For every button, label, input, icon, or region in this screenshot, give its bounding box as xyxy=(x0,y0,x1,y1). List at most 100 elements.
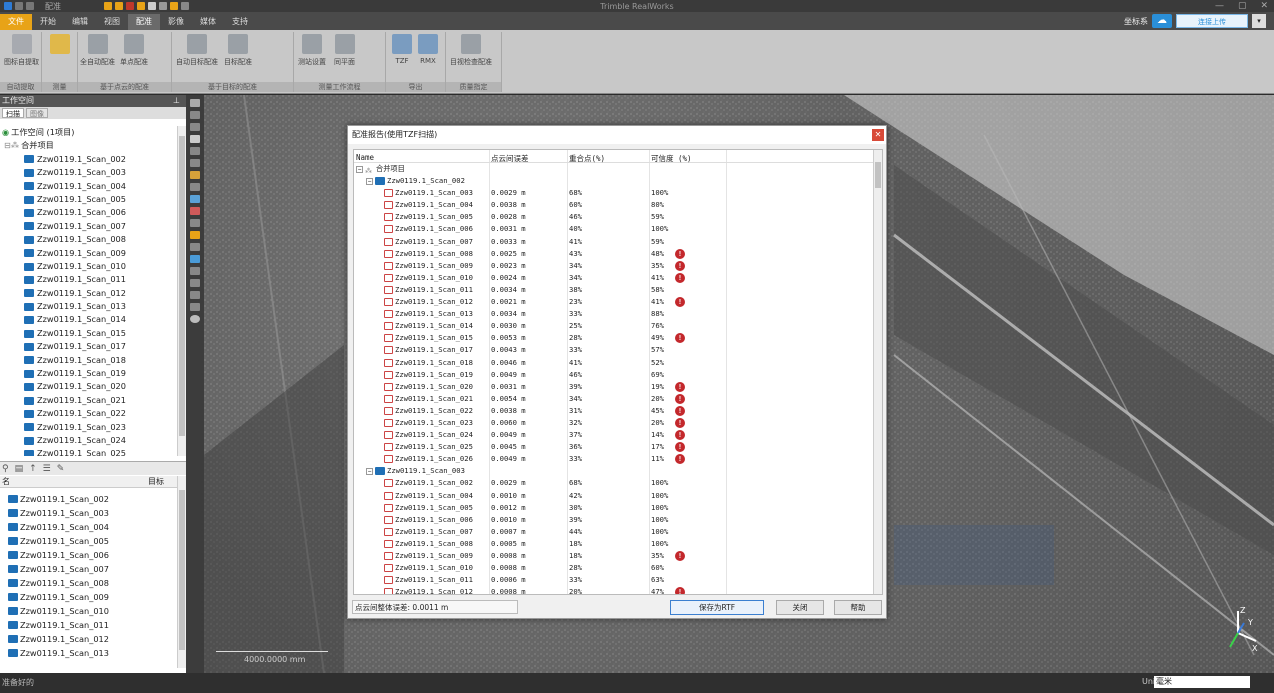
list-item[interactable]: Zzw0119.1_Scan_002 xyxy=(0,492,176,506)
station-setup-button[interactable]: 测站设置 xyxy=(298,34,326,67)
target-view-icon[interactable] xyxy=(190,315,200,323)
col-header-name[interactable]: Name xyxy=(356,153,374,162)
single-point-registration-button[interactable]: 单点配准 xyxy=(120,34,148,67)
report-row[interactable]: Zzw0119.1_Scan_003 0.0029 m 68% 100% xyxy=(354,187,874,199)
close-window-button[interactable]: ✕ xyxy=(1260,1,1268,11)
upload-button[interactable]: 连接上传 xyxy=(1176,14,1248,28)
report-row[interactable]: Zzw0119.1_Scan_013 0.0034 m 33% 88% xyxy=(354,308,874,320)
tree-item[interactable]: Zzw0119.1_Scan_012 xyxy=(0,287,176,300)
tree-item[interactable]: Zzw0119.1_Scan_018 xyxy=(0,354,176,367)
tab-home[interactable]: 开始 xyxy=(32,14,64,30)
measure-button[interactable] xyxy=(50,34,70,54)
tree-item[interactable]: Zzw0119.1_Scan_023 xyxy=(0,421,176,434)
minimize-button[interactable]: — xyxy=(1215,1,1224,11)
tree-item[interactable]: Zzw0119.1_Scan_007 xyxy=(0,220,176,233)
list-item[interactable]: Zzw0119.1_Scan_003 xyxy=(0,506,176,520)
report-row[interactable]: Zzw0119.1_Scan_010 0.0008 m 28% 60% xyxy=(354,562,874,574)
report-row[interactable]: Zzw0119.1_Scan_005 0.0012 m 30% 100% xyxy=(354,502,874,514)
filter-icon[interactable]: ▤ xyxy=(15,464,24,474)
section-icon[interactable] xyxy=(190,255,200,263)
report-row[interactable]: Zzw0119.1_Scan_015 0.0053 m 28% 49%! xyxy=(354,332,874,344)
list-item[interactable]: Zzw0119.1_Scan_013 xyxy=(0,646,176,660)
tree-item[interactable]: Zzw0119.1_Scan_022 xyxy=(0,407,176,420)
help-button[interactable]: 帮助 xyxy=(834,600,882,615)
tab-imagery[interactable]: 影像 xyxy=(160,14,192,30)
auto-target-registration-button[interactable]: 自动目标配准 xyxy=(176,34,218,67)
tree-item[interactable]: Zzw0119.1_Scan_015 xyxy=(0,327,176,340)
list-view-icon[interactable]: ☰ xyxy=(43,464,51,474)
report-row[interactable]: Zzw0119.1_Scan_002 0.0029 m 68% 100% xyxy=(354,477,874,489)
tree-item[interactable]: Zzw0119.1_Scan_019 xyxy=(0,367,176,380)
maximize-button[interactable]: ▢ xyxy=(1238,1,1247,11)
report-row[interactable]: Zzw0119.1_Scan_012 0.0021 m 23% 41%! xyxy=(354,296,874,308)
tag-icon[interactable] xyxy=(190,171,200,179)
report-row[interactable]: Zzw0119.1_Scan_021 0.0054 m 34% 20%! xyxy=(354,393,874,405)
tree-item[interactable]: Zzw0119.1_Scan_025 xyxy=(0,447,176,456)
tree-root[interactable]: ◉ 工作空间 (1项目) xyxy=(0,126,176,139)
report-row[interactable]: Zzw0119.1_Scan_025 0.0045 m 36% 17%! xyxy=(354,441,874,453)
zoom-icon[interactable] xyxy=(190,123,200,131)
report-row[interactable]: Zzw0119.1_Scan_024 0.0049 m 37% 14%! xyxy=(354,429,874,441)
report-row[interactable]: Zzw0119.1_Scan_019 0.0049 m 46% 69% xyxy=(354,369,874,381)
tree-item[interactable]: Zzw0119.1_Scan_004 xyxy=(0,180,176,193)
arrow-up-icon[interactable]: ↑ xyxy=(29,464,37,474)
auto-cloud-registration-button[interactable]: 全自动配准 xyxy=(80,34,115,67)
report-row[interactable]: Zzw0119.1_Scan_012 0.0008 m 20% 47%! xyxy=(354,586,874,594)
tree-item[interactable]: Zzw0119.1_Scan_014 xyxy=(0,313,176,326)
tree-item[interactable]: Zzw0119.1_Scan_013 xyxy=(0,300,176,313)
tree-item[interactable]: Zzw0119.1_Scan_010 xyxy=(0,260,176,273)
col-target[interactable]: 目标 xyxy=(148,476,164,488)
rotate-icon[interactable] xyxy=(190,99,200,107)
color-icon[interactable] xyxy=(190,207,200,215)
highlight-icon[interactable] xyxy=(190,231,200,239)
report-group-row[interactable]: − Zzw0119.1_Scan_003 xyxy=(354,465,874,477)
list-item[interactable]: Zzw0119.1_Scan_012 xyxy=(0,632,176,646)
report-row[interactable]: Zzw0119.1_Scan_011 0.0006 m 33% 63% xyxy=(354,574,874,586)
cloud-icon[interactable]: ☁ xyxy=(1152,14,1172,28)
coplanar-button[interactable]: 同平面 xyxy=(334,34,355,67)
tab-scans[interactable]: 扫描 xyxy=(2,108,24,118)
list-item[interactable]: Zzw0119.1_Scan_008 xyxy=(0,576,176,590)
tree-item[interactable]: Zzw0119.1_Scan_009 xyxy=(0,247,176,260)
camera-icon[interactable] xyxy=(190,303,200,311)
tree-item[interactable]: Zzw0119.1_Scan_024 xyxy=(0,434,176,447)
report-row[interactable]: Zzw0119.1_Scan_014 0.0030 m 25% 76% xyxy=(354,320,874,332)
report-row[interactable]: Zzw0119.1_Scan_020 0.0031 m 39% 19%! xyxy=(354,381,874,393)
tree-project[interactable]: ⊟⁂ 合并项目 xyxy=(0,139,176,152)
search-icon[interactable]: ⚲ xyxy=(2,464,9,474)
extract-icons-button[interactable]: 图标自提取 xyxy=(4,34,39,67)
report-row[interactable]: Zzw0119.1_Scan_007 0.0007 m 44% 100% xyxy=(354,526,874,538)
tree-item[interactable]: Zzw0119.1_Scan_021 xyxy=(0,394,176,407)
report-row[interactable]: Zzw0119.1_Scan_008 0.0005 m 18% 100% xyxy=(354,538,874,550)
tab-support[interactable]: 支持 xyxy=(224,14,256,30)
report-row[interactable]: Zzw0119.1_Scan_011 0.0034 m 38% 58% xyxy=(354,284,874,296)
report-row[interactable]: Zzw0119.1_Scan_006 0.0031 m 40% 100% xyxy=(354,223,874,235)
tab-view[interactable]: 视图 xyxy=(96,14,128,30)
tree-item[interactable]: Zzw0119.1_Scan_003 xyxy=(0,166,176,179)
report-row[interactable]: Zzw0119.1_Scan_022 0.0038 m 31% 45%! xyxy=(354,405,874,417)
report-row[interactable]: Zzw0119.1_Scan_009 0.0008 m 18% 35%! xyxy=(354,550,874,562)
collapse-icon[interactable]: − xyxy=(366,177,373,185)
box-icon[interactable] xyxy=(190,159,200,167)
tree-item[interactable]: Zzw0119.1_Scan_017 xyxy=(0,340,176,353)
save-rtf-button[interactable]: 保存为RTF xyxy=(670,600,764,615)
list-item[interactable]: Zzw0119.1_Scan_010 xyxy=(0,604,176,618)
tab-file[interactable]: 文件 xyxy=(0,14,32,30)
visual-check-button[interactable]: 目视检查配准 xyxy=(450,34,492,67)
list-item[interactable]: Zzw0119.1_Scan_009 xyxy=(0,590,176,604)
tab-media[interactable]: 媒体 xyxy=(192,14,224,30)
chevron-down-icon[interactable]: ▾ xyxy=(1252,14,1266,28)
frame-icon[interactable] xyxy=(190,147,200,155)
layer-icon[interactable] xyxy=(190,195,200,203)
report-row[interactable]: Zzw0119.1_Scan_007 0.0033 m 41% 59% xyxy=(354,236,874,248)
clip-icon[interactable] xyxy=(190,243,200,251)
tree-item[interactable]: Zzw0119.1_Scan_002 xyxy=(0,153,176,166)
report-group-row[interactable]: − Zzw0119.1_Scan_002 xyxy=(354,175,874,187)
report-scrollbar[interactable] xyxy=(873,150,882,594)
collapse-icon[interactable]: − xyxy=(366,467,373,475)
tab-registration[interactable]: 配准 xyxy=(128,14,160,30)
edit-icon[interactable]: ✎ xyxy=(57,464,65,474)
point-icon[interactable] xyxy=(190,279,200,287)
list-item[interactable]: Zzw0119.1_Scan_004 xyxy=(0,520,176,534)
report-row[interactable]: Zzw0119.1_Scan_017 0.0043 m 33% 57% xyxy=(354,344,874,356)
